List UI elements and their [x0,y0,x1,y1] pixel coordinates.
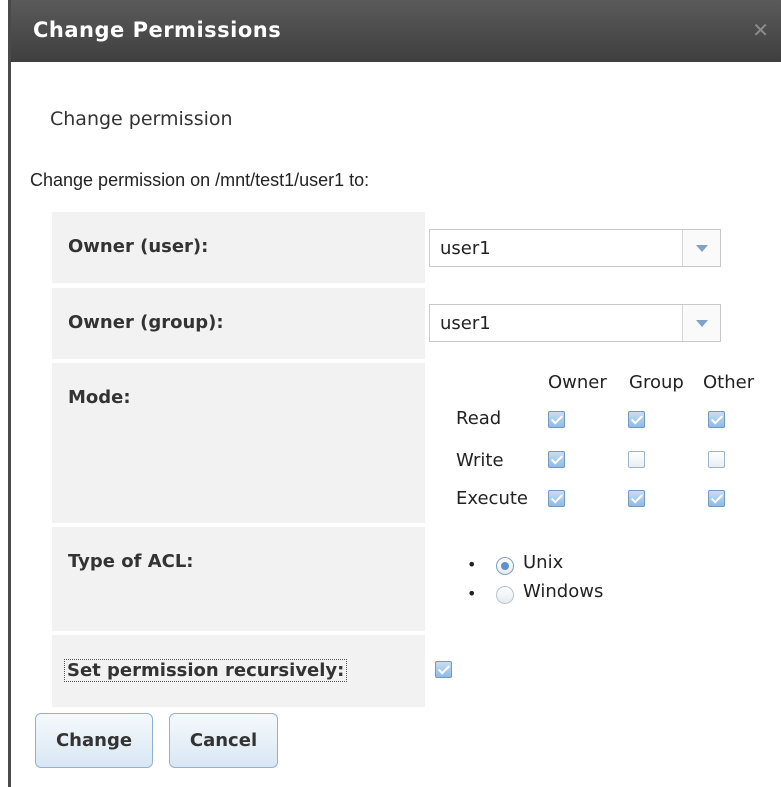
form-description: Change permission on /mnt/test1/user1 to… [30,170,370,190]
mode-read-other-checkbox[interactable] [708,411,725,428]
mode-write-owner-checkbox[interactable] [548,451,565,468]
owner-user-label: Owner (user): [68,236,209,257]
acl-windows-radio[interactable] [496,586,514,604]
mode-read-owner-checkbox[interactable] [548,411,565,428]
recursive-checkbox[interactable] [435,661,452,678]
mode-col-owner: Owner [548,372,607,393]
acl-windows-label: Windows [523,581,604,602]
recursive-label: Set permission recursively: [64,659,348,682]
recursive-label-cell: Set permission recursively: [52,635,425,707]
mode-label: Mode: [68,387,131,408]
cancel-button[interactable]: Cancel [169,713,278,768]
mode-execute-group-checkbox[interactable] [628,490,645,507]
acl-label: Type of ACL: [68,551,194,572]
owner-user-select[interactable]: user1 [429,229,721,267]
acl-unix-radio[interactable] [496,557,514,575]
bullet: • [467,584,477,603]
change-button[interactable]: Change [35,713,153,768]
acl-unix-label: Unix [523,552,564,573]
close-icon[interactable]: ✕ [752,18,769,42]
mode-row-execute-label: Execute [456,488,528,509]
owner-user-value: user1 [440,238,491,259]
mode-row-read-label: Read [456,408,502,429]
mode-read-group-checkbox[interactable] [628,411,645,428]
chevron-down-icon[interactable] [682,305,720,341]
mode-col-group: Group [629,372,684,393]
chevron-down-icon[interactable] [682,230,720,266]
acl-label-cell: Type of ACL: [52,527,425,631]
mode-row-write-label: Write [456,450,504,471]
owner-group-label: Owner (group): [68,312,224,333]
owner-group-label-cell: Owner (group): [52,288,425,359]
dialog-titlebar[interactable]: Change Permissions ✕ [11,0,781,62]
mode-label-cell: Mode: [52,363,425,523]
mode-write-other-checkbox[interactable] [708,451,725,468]
owner-user-label-cell: Owner (user): [52,212,425,283]
change-permissions-dialog: Change Permissions ✕ Change permission C… [8,0,781,787]
owner-group-value: user1 [440,313,491,334]
mode-execute-other-checkbox[interactable] [708,490,725,507]
form-heading: Change permission [50,108,233,130]
mode-col-other: Other [703,372,755,393]
mode-execute-owner-checkbox[interactable] [548,490,565,507]
dialog-title: Change Permissions [33,18,282,42]
mode-write-group-checkbox[interactable] [628,451,645,468]
owner-group-select[interactable]: user1 [429,304,721,342]
bullet: • [467,555,477,574]
